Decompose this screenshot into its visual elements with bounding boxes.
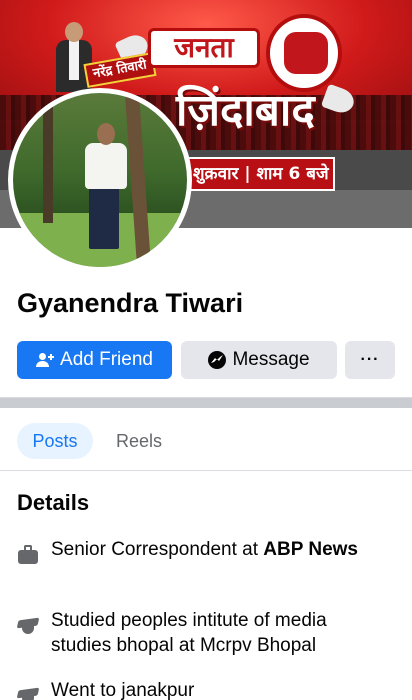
message-button[interactable]: Message bbox=[181, 341, 337, 379]
detail-text: Senior Correspondent at ABP News bbox=[51, 537, 391, 562]
detail-school-text: Went to janakpur bbox=[51, 680, 195, 700]
more-options-icon: ··· bbox=[360, 351, 380, 368]
profile-name: Gyanendra Tiwari bbox=[17, 288, 244, 318]
tabs-divider bbox=[0, 470, 412, 471]
profile-picture[interactable] bbox=[8, 88, 192, 272]
detail-item-school: Went to janakpur bbox=[16, 678, 397, 700]
cover-title-line2: ज़िंदाबाद bbox=[176, 85, 315, 136]
graduation-cap-icon bbox=[16, 686, 40, 700]
more-options-button[interactable]: ··· bbox=[345, 341, 395, 379]
graduation-cap-icon bbox=[16, 616, 40, 636]
detail-item-work: Senior Correspondent at ABP News bbox=[17, 537, 397, 591]
detail-work-prefix: Senior Correspondent at bbox=[51, 539, 264, 560]
profile-photo bbox=[13, 93, 187, 267]
add-friend-button[interactable]: Add Friend bbox=[17, 341, 172, 379]
raised-fist-icon bbox=[266, 14, 342, 92]
detail-text: Studied peoples intitute of media studie… bbox=[51, 608, 391, 658]
cover-title-line1: जनता bbox=[148, 28, 260, 68]
cover-schedule: शुक्रवार | शाम 6 बजे bbox=[185, 157, 335, 191]
detail-work-employer[interactable]: ABP News bbox=[263, 539, 358, 560]
add-friend-label: Add Friend bbox=[60, 349, 153, 370]
tab-posts[interactable]: Posts bbox=[17, 423, 93, 459]
profile-actions: Add Friend Message ··· bbox=[17, 341, 395, 379]
detail-text: Went to janakpur bbox=[51, 678, 391, 700]
detail-item-education: Studied peoples intitute of media studie… bbox=[16, 608, 397, 662]
briefcase-icon bbox=[17, 545, 39, 565]
message-label: Message bbox=[232, 349, 310, 370]
messenger-icon bbox=[208, 351, 227, 369]
detail-education-text: Studied peoples intitute of media studie… bbox=[51, 610, 327, 656]
add-friend-icon bbox=[36, 353, 55, 367]
tab-reels[interactable]: Reels bbox=[107, 423, 171, 459]
details-heading: Details bbox=[17, 490, 90, 515]
section-divider bbox=[0, 397, 412, 408]
